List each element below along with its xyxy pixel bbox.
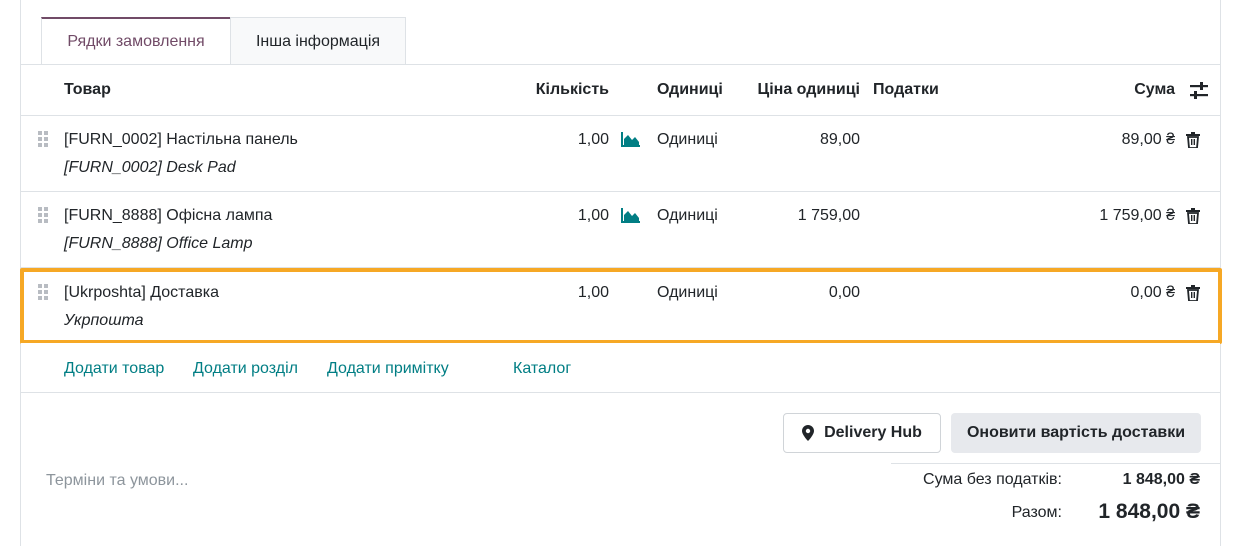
drag-handle-icon[interactable]	[38, 207, 48, 223]
product-description: [FURN_8888] Office Lamp	[64, 235, 253, 252]
tab-order-lines[interactable]: Рядки замовлення	[41, 17, 230, 65]
tab-other-info[interactable]: Інша інформація	[230, 17, 406, 65]
untaxed-amount-label: Сума без податків:	[923, 471, 1062, 488]
unit-price-value[interactable]: 1 759,00	[798, 207, 860, 225]
add-note-link[interactable]: Додати примітку	[327, 360, 449, 378]
column-header-units[interactable]: Одиниці	[657, 81, 723, 99]
trash-icon[interactable]	[1186, 285, 1200, 301]
unit-price-value[interactable]: 0,00	[829, 284, 860, 302]
delivery-hub-button[interactable]: Delivery Hub	[783, 413, 941, 453]
drag-handle-icon[interactable]	[38, 131, 48, 147]
subtotal-value: 89,00 ₴	[1121, 131, 1175, 148]
add-line-actions: Додати товар Додати розділ Додати приміт…	[21, 343, 1220, 393]
quantity-value[interactable]: 1,00	[578, 131, 609, 149]
product-name[interactable]: [FURN_8888] Офісна лампа	[64, 207, 272, 225]
add-section-link[interactable]: Додати розділ	[193, 360, 298, 378]
table-row[interactable]: [FURN_8888] Офісна лампа [FURN_8888] Off…	[21, 192, 1220, 268]
column-settings-icon[interactable]	[1189, 82, 1209, 100]
product-name[interactable]: [FURN_0002] Настільна панель	[64, 131, 298, 149]
uom-value[interactable]: Одиниці	[657, 284, 718, 302]
map-marker-icon	[802, 425, 815, 441]
notebook-tabs: Рядки замовлення Інша інформація	[41, 17, 406, 65]
table-row-selected[interactable]: [Ukrposhta] Доставка Укрпошта 1,00 Одини…	[20, 268, 1222, 344]
drag-handle-icon[interactable]	[38, 284, 48, 300]
column-header-unit-price[interactable]: Ціна одиниці	[758, 81, 860, 99]
untaxed-amount-value: 1 848,00 ₴	[1122, 471, 1200, 488]
totals-divider	[891, 463, 1221, 464]
column-header-product[interactable]: Товар	[64, 81, 111, 99]
column-header-taxes[interactable]: Податки	[873, 81, 939, 99]
area-chart-icon[interactable]	[621, 207, 641, 223]
trash-icon[interactable]	[1186, 132, 1200, 148]
update-shipping-label: Оновити вартість доставки	[966, 424, 1186, 441]
order-lines-header: Товар Кількість Одиниці Ціна одиниці Под…	[21, 65, 1220, 116]
product-description: [FURN_0002] Desk Pad	[64, 159, 236, 176]
total-value: 1 848,00 ₴	[1098, 500, 1200, 523]
uom-value[interactable]: Одиниці	[657, 131, 718, 149]
unit-price-value[interactable]: 89,00	[820, 131, 860, 149]
column-header-quantity[interactable]: Кількість	[536, 81, 609, 99]
add-product-link[interactable]: Додати товар	[64, 360, 164, 378]
uom-value[interactable]: Одиниці	[657, 207, 718, 225]
update-shipping-cost-button[interactable]: Оновити вартість доставки	[951, 413, 1201, 453]
column-header-subtotal[interactable]: Сума	[1134, 81, 1175, 99]
table-row[interactable]: [FURN_0002] Настільна панель [FURN_0002]…	[21, 116, 1220, 192]
catalog-link[interactable]: Каталог	[513, 360, 571, 378]
terms-and-conditions-field[interactable]: Терміни та умови...	[46, 472, 188, 490]
total-label: Разом:	[1011, 504, 1062, 521]
subtotal-value: 1 759,00 ₴	[1099, 207, 1175, 224]
area-chart-icon[interactable]	[621, 131, 641, 147]
subtotal-value: 0,00 ₴	[1130, 284, 1175, 301]
trash-icon[interactable]	[1186, 208, 1200, 224]
quantity-value[interactable]: 1,00	[578, 284, 609, 302]
product-name[interactable]: [Ukrposhta] Доставка	[64, 284, 219, 302]
delivery-hub-label: Delivery Hub	[824, 424, 922, 441]
product-description: Укрпошта	[64, 312, 144, 329]
quantity-value[interactable]: 1,00	[578, 207, 609, 225]
